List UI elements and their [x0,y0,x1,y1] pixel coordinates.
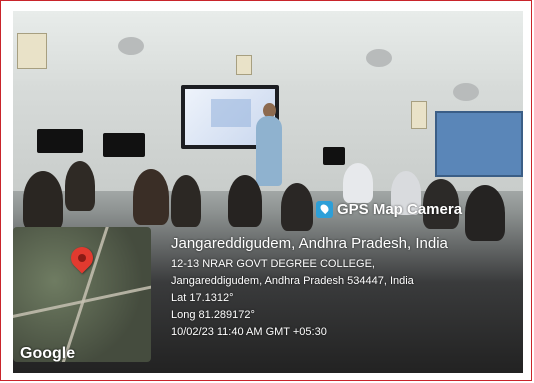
wall-portrait [17,33,47,69]
ceiling-fan [118,37,144,55]
gps-title-text: GPS Map Camera [337,201,463,218]
longitude: Long 81.289172° [171,309,255,321]
map-brand-label: Google [20,345,76,362]
wall-portrait [411,101,427,129]
latitude: Lat 17.1312° [171,292,234,304]
address-line-1: 12-13 NRAR GOVT DEGREE COLLEGE, [171,258,375,270]
gps-overlay: GPS Map Camera Google Jangareddigudem, A… [13,201,523,373]
gps-overlay-title: GPS Map Camera [316,201,462,218]
student [343,163,373,203]
wall-portrait [236,55,252,75]
timestamp: 10/02/23 11:40 AM GMT +05:30 [171,326,327,338]
ceiling-fan [366,49,392,67]
gps-map-camera-icon [316,201,333,218]
location-map-thumbnail: Google [13,227,151,362]
location-info: Jangareddigudem, Andhra Pradesh, India 1… [171,235,521,341]
location-main: Jangareddigudem, Andhra Pradesh, India [171,235,448,252]
address-line-2: Jangareddigudem, Andhra Pradesh 534447, … [171,275,414,287]
location-pin-dot [78,254,86,262]
wall-fan [453,83,479,101]
ceiling [13,11,523,81]
computer-monitor [37,129,83,153]
computer-monitor [103,133,145,157]
